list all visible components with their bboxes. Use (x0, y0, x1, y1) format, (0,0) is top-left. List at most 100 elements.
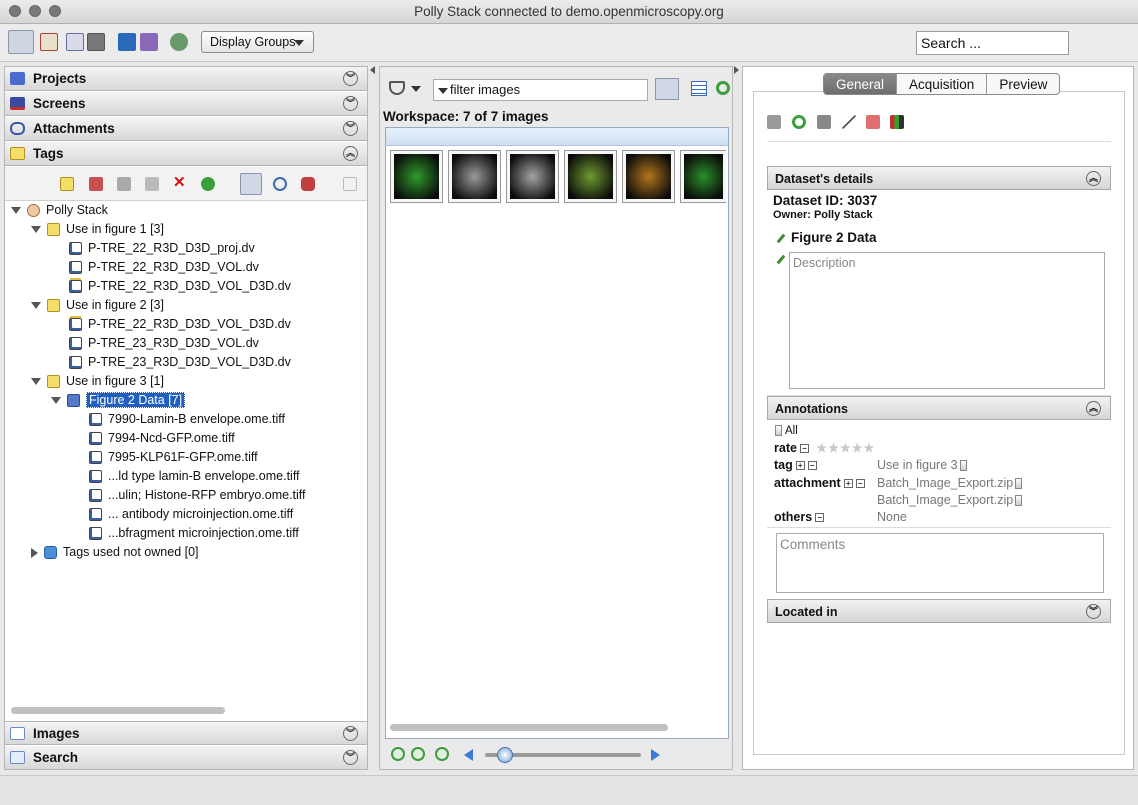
image-thumbnail[interactable] (564, 150, 617, 203)
attachment-item[interactable]: Batch_Image_Export.zip (877, 493, 1023, 507)
tab-general[interactable]: General (824, 74, 898, 94)
tab-preview[interactable]: Preview (987, 74, 1059, 94)
histogram-icon[interactable] (890, 115, 904, 129)
tree-tag-node[interactable]: Use in figure 3 [1] (31, 372, 164, 390)
minus-icon[interactable]: − (807, 461, 817, 471)
minus-icon[interactable]: − (815, 513, 825, 523)
edit-icon[interactable] (842, 115, 856, 129)
section-attachments[interactable]: Attachments ︾ (5, 117, 367, 141)
located-in-header[interactable]: Located in ︾ (767, 599, 1111, 623)
collapse-arrow-icon[interactable] (51, 397, 61, 405)
rating-stars[interactable]: ★★★★★ (816, 441, 875, 455)
zoom-out-icon[interactable] (391, 747, 405, 761)
refresh-icon[interactable] (716, 81, 730, 95)
collapse-arrow-icon[interactable] (31, 226, 41, 234)
image-viewer-icon[interactable] (87, 33, 105, 51)
expand-icon[interactable]: ︾ (343, 750, 358, 765)
image-thumbnail[interactable] (680, 150, 726, 203)
editor-icon[interactable] (40, 33, 58, 51)
tree-not-owned-node[interactable]: Tags used not owned [0] (31, 543, 199, 561)
expand-icon[interactable]: ︾ (343, 71, 358, 86)
refresh-icon[interactable] (792, 115, 806, 129)
image-thumbnail[interactable] (506, 150, 559, 203)
section-search[interactable]: Search ︾ (5, 746, 367, 770)
tree-image-node[interactable]: P-TRE_23_R3D_D3D_VOL_D3D.dv (69, 353, 291, 371)
tree-root[interactable]: Polly Stack (11, 201, 108, 219)
chevron-down-icon[interactable] (411, 86, 421, 92)
paste-icon[interactable] (145, 177, 159, 191)
tree-image-node[interactable]: P-TRE_22_R3D_D3D_VOL.dv (69, 258, 259, 276)
previous-arrow-icon[interactable] (464, 749, 473, 761)
table-icon[interactable] (66, 33, 84, 51)
zoom-in-icon[interactable] (411, 747, 425, 761)
filter-input[interactable]: filter images (433, 79, 648, 101)
tree-image-node[interactable]: ...ld type lamin-B envelope.ome.tiff (89, 467, 300, 485)
expand-icon[interactable]: ︾ (343, 726, 358, 741)
sort-date-icon[interactable] (273, 177, 287, 191)
tree-dataset-node[interactable]: Figure 2 Data [7] (51, 391, 186, 409)
description-textarea[interactable]: Description (789, 252, 1105, 389)
tab-acquisition[interactable]: Acquisition (897, 74, 988, 94)
pencil-icon[interactable] (776, 254, 786, 265)
collapse-left-icon[interactable] (370, 66, 375, 74)
dataset-details-header[interactable]: Dataset's details ︽ (767, 166, 1111, 190)
copy-icon[interactable] (117, 177, 131, 191)
section-tags[interactable]: Tags ︽ (5, 142, 367, 166)
cut-icon[interactable] (89, 177, 103, 191)
collapse-all-icon[interactable] (343, 177, 357, 191)
tree-image-node[interactable]: ...bfragment microinjection.ome.tiff (89, 524, 299, 542)
tree-image-node[interactable]: 7990-Lamin-B envelope.ome.tiff (89, 410, 285, 428)
new-tag-icon[interactable] (60, 177, 74, 191)
user-group-icon[interactable] (118, 33, 136, 51)
tree-image-node[interactable]: P-TRE_22_R3D_D3D_VOL_D3D.dv (69, 277, 291, 295)
plus-icon[interactable]: + (843, 479, 853, 489)
attachment-item[interactable]: Batch_Image_Export.zip (877, 476, 1023, 490)
section-images[interactable]: Images ︾ (5, 721, 367, 745)
collapse-arrow-icon[interactable] (31, 378, 41, 386)
delete-icon[interactable]: ✕ (173, 175, 187, 191)
expand-icon[interactable]: ︾ (343, 96, 358, 111)
tree-image-node[interactable]: 7995-KLP61F-GFP.ome.tiff (89, 448, 258, 466)
script-icon[interactable] (866, 115, 880, 129)
section-projects[interactable]: Projects ︾ (5, 67, 367, 91)
expand-icon[interactable]: ︾ (1086, 604, 1101, 619)
right-splitter[interactable] (733, 66, 741, 770)
display-groups-dropdown[interactable]: Display Groups (201, 31, 314, 53)
image-thumbnail[interactable] (390, 150, 443, 203)
annotations-header[interactable]: Annotations ︽ (767, 396, 1111, 420)
horizontal-scrollbar[interactable] (390, 724, 668, 731)
collapse-icon[interactable]: ︽ (1086, 171, 1101, 186)
tree-image-node[interactable]: ...ulin; Histone-RFP embryo.ome.tiff (89, 486, 306, 504)
collapse-icon[interactable]: ︽ (1086, 401, 1101, 416)
zoom-fit-icon[interactable] (435, 747, 449, 761)
filter-owner-icon[interactable] (301, 177, 315, 191)
next-arrow-icon[interactable] (651, 749, 660, 761)
slider-knob[interactable] (497, 747, 514, 763)
save-icon[interactable] (767, 115, 781, 129)
expand-arrow-icon[interactable] (31, 547, 38, 558)
tree-image-node[interactable]: 7994-Ncd-GFP.ome.tiff (89, 429, 235, 447)
collapse-icon[interactable]: ︽ (343, 146, 358, 161)
collapse-arrow-icon[interactable] (31, 302, 41, 310)
thumbnail-view-icon[interactable] (655, 78, 679, 100)
data-manager-icon[interactable] (8, 30, 34, 54)
spinner-icon[interactable] (775, 425, 782, 437)
pencil-icon[interactable] (776, 233, 786, 244)
tree-image-node[interactable]: P-TRE_22_R3D_D3D_VOL_D3D.dv (69, 315, 291, 333)
plugins-icon[interactable] (170, 33, 188, 51)
funnel-icon[interactable] (389, 81, 405, 95)
minus-icon[interactable]: − (799, 444, 809, 454)
section-screens[interactable]: Screens ︾ (5, 92, 367, 116)
refresh-icon[interactable] (201, 177, 215, 191)
expand-icon[interactable]: ︾ (343, 121, 358, 136)
collapse-arrow-icon[interactable] (11, 207, 21, 215)
tree-image-node[interactable]: ... antibody microinjection.ome.tiff (89, 505, 293, 523)
tree-image-node[interactable]: P-TRE_23_R3D_D3D_VOL.dv (69, 334, 259, 352)
dataset-name-row[interactable]: Figure 2 Data (776, 230, 877, 245)
collapse-right-icon[interactable] (734, 66, 739, 74)
sort-alpha-icon[interactable] (240, 173, 262, 195)
tree-image-node[interactable]: P-TRE_22_R3D_D3D_proj.dv (69, 239, 255, 257)
tag-value[interactable]: Use in figure 3 (877, 458, 967, 472)
image-thumbnail[interactable] (622, 150, 675, 203)
all-filter[interactable]: All (775, 425, 798, 437)
